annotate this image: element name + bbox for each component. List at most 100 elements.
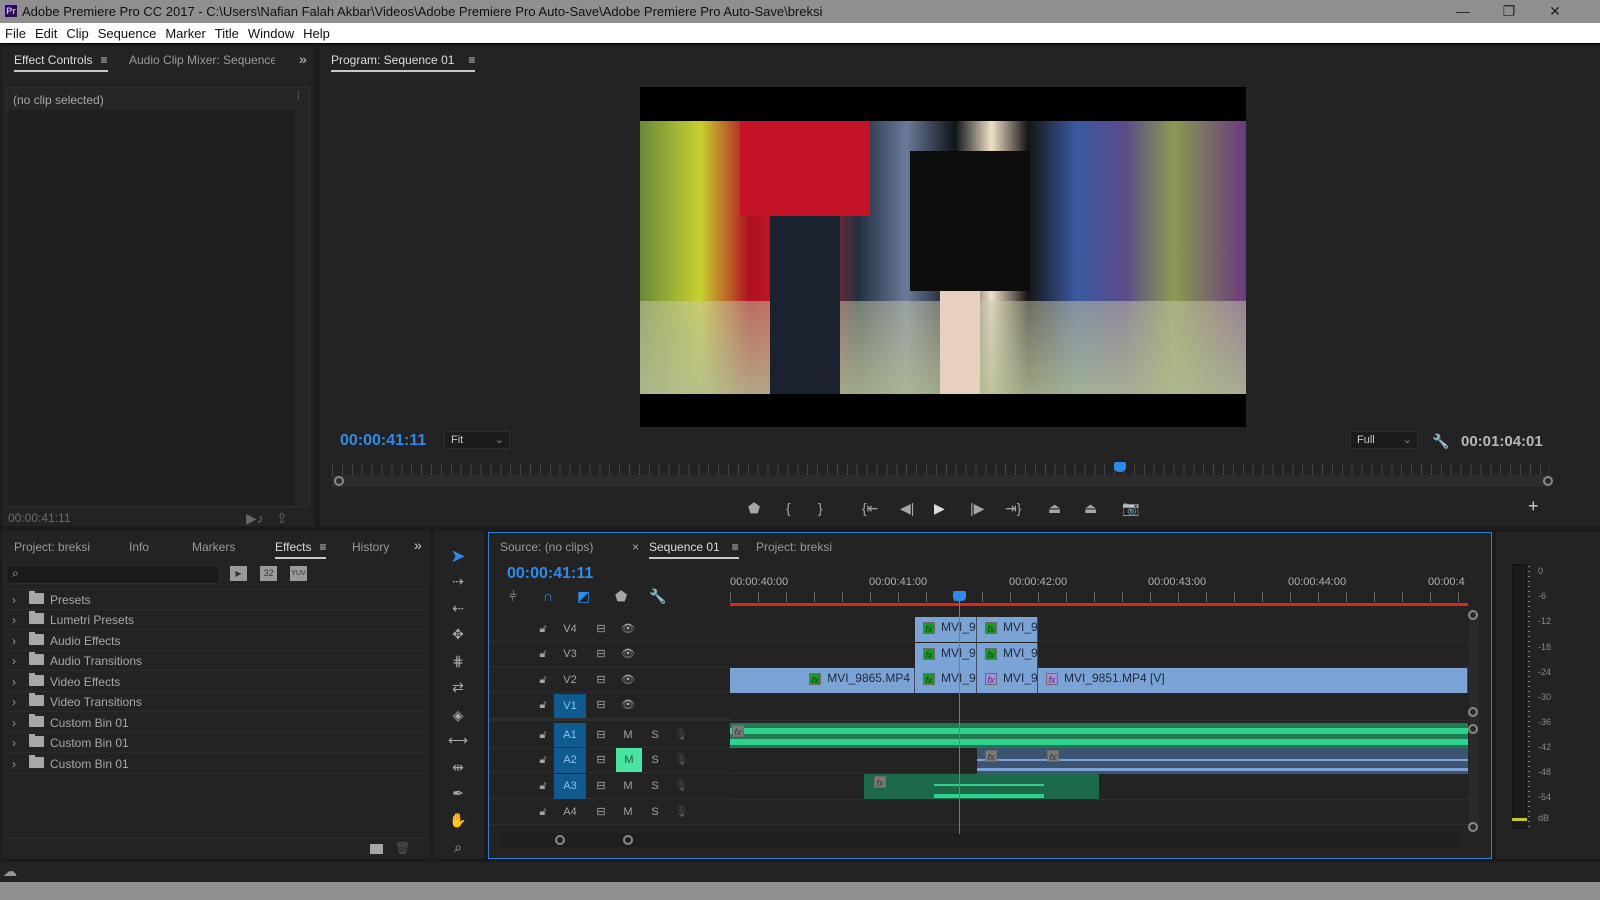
eye-icon[interactable]: 👁︎ — [620, 672, 636, 689]
step-forward-icon[interactable]: |▶ — [970, 500, 984, 516]
chevron-right-icon[interactable]: › — [12, 590, 16, 610]
hand-tool-icon[interactable]: ✋ — [447, 809, 469, 831]
tab-program[interactable]: Program: Sequence 01 ≡ — [331, 53, 476, 72]
track-target-a2[interactable]: A2 — [554, 748, 586, 773]
video-clip[interactable]: fxMVI_9 — [977, 668, 1038, 693]
mark-in-icon[interactable]: { — [786, 500, 791, 516]
ripple-edit-tool-icon[interactable]: ✥ — [447, 623, 469, 645]
effects-search-input[interactable]: ⌕ — [6, 565, 220, 584]
solo-button[interactable]: S — [648, 752, 662, 769]
mute-button[interactable]: M — [620, 727, 636, 744]
chevron-right-icon[interactable]: › — [12, 610, 16, 630]
sync-lock-icon[interactable]: ⊟ — [592, 646, 610, 663]
voice-over-mic-icon[interactable]: 🎙︎ — [674, 752, 688, 769]
effects-tree-item[interactable]: › Custom Bin 01 — [8, 733, 426, 753]
rate-stretch-tool-icon[interactable]: ⇄ — [447, 676, 469, 698]
scroll-handle-right[interactable] — [623, 835, 633, 845]
lock-icon[interactable]: 🔓︎ — [536, 804, 550, 821]
voice-over-mic-icon[interactable]: 🎙︎ — [674, 778, 688, 795]
tab-audio-clip-mixer[interactable]: Audio Clip Mixer: Sequence 0 — [129, 53, 275, 67]
track-target-a3[interactable]: A3 — [554, 774, 586, 799]
tab-effects[interactable]: Effects ≡ — [275, 540, 327, 559]
tab-source[interactable]: Source: (no clips) — [500, 540, 593, 554]
audio-clip-a3[interactable]: fx — [864, 774, 1099, 799]
playback-resolution-dropdown[interactable]: Full ⌄ — [1350, 431, 1418, 449]
panel-menu-icon[interactable]: ≡ — [100, 53, 107, 67]
video-clip[interactable]: fxMVI_9 — [977, 617, 1038, 642]
video-clip[interactable]: fxMVI_9 — [915, 643, 977, 668]
add-marker-icon[interactable]: ⬟ — [615, 588, 627, 604]
tab-project-breksi[interactable]: Project: breksi — [756, 540, 832, 554]
zoom-handle-right[interactable] — [1543, 476, 1553, 486]
step-back-icon[interactable]: ◀| — [900, 500, 914, 516]
track-target-v3[interactable]: V3 — [554, 646, 586, 663]
solo-button[interactable]: S — [648, 778, 662, 795]
panel-overflow-button[interactable]: » — [414, 537, 422, 553]
panel-menu-icon[interactable]: ≡ — [468, 53, 475, 67]
button-editor-add-icon[interactable]: + — [1528, 497, 1539, 515]
selection-tool-icon[interactable]: ➤ — [447, 545, 469, 567]
scroll-handle-left[interactable] — [555, 835, 565, 845]
pen-tool-icon[interactable]: ✒ — [447, 782, 469, 804]
audio-clip-a2[interactable]: fx fx — [977, 748, 1468, 774]
sync-lock-icon[interactable]: ⊟ — [592, 804, 610, 821]
sync-lock-icon[interactable]: ⊟ — [592, 752, 610, 769]
sync-lock-icon[interactable]: ⊟ — [592, 697, 610, 714]
track-target-v2[interactable]: V2 — [554, 672, 586, 689]
creative-cloud-icon[interactable]: ☁ — [3, 863, 17, 880]
menu-title[interactable]: Title — [210, 23, 243, 44]
voice-over-mic-icon[interactable]: 🎙︎ — [674, 727, 688, 744]
tab-info[interactable]: Info — [129, 540, 149, 554]
video-tracks-zoom-handle-top[interactable] — [1468, 610, 1478, 620]
video-clip[interactable]: fxMVI_9 — [977, 643, 1038, 668]
zoom-tool-icon[interactable]: ⌕ — [447, 836, 469, 858]
lock-icon[interactable]: 🔓︎ — [536, 621, 550, 638]
menu-help[interactable]: Help — [298, 23, 334, 44]
tab-effect-controls[interactable]: Effect Controls ≡ — [14, 53, 108, 72]
zoom-level-dropdown[interactable]: Fit ⌄ — [444, 431, 510, 449]
play-audio-icon[interactable]: ▶♪ — [246, 510, 264, 526]
chevron-right-icon[interactable]: › — [12, 672, 16, 692]
tab-project[interactable]: Project: breksi — [14, 540, 90, 554]
menu-sequence[interactable]: Sequence — [93, 23, 161, 44]
restore-button[interactable]: ❐ — [1486, 0, 1532, 23]
effects-tree-item[interactable]: › Lumetri Presets — [8, 610, 426, 630]
eye-icon[interactable]: 👁︎ — [620, 697, 636, 714]
video-clip[interactable]: fx MVI_9851.MP4 [V] — [1038, 668, 1468, 693]
menu-clip[interactable]: Clip — [61, 23, 92, 44]
slip-tool-icon[interactable]: ⟷ — [447, 729, 469, 751]
chevron-right-icon[interactable]: › — [12, 733, 16, 753]
insert-nest-icon[interactable]: ⫩ — [509, 588, 517, 604]
yuv-filter-icon[interactable]: YUV — [290, 566, 307, 581]
effects-tree-item[interactable]: › Video Effects — [8, 672, 426, 692]
chevron-right-icon[interactable]: › — [12, 754, 16, 774]
menu-marker[interactable]: Marker — [160, 23, 209, 44]
chevron-right-icon[interactable]: › — [12, 651, 16, 671]
video-clip[interactable]: fxMVI_9 — [915, 617, 977, 642]
monitor-scrub-bar[interactable] — [332, 475, 1550, 487]
tab-markers[interactable]: Markers — [192, 540, 235, 554]
settings-wrench-icon[interactable]: 🔧 — [1432, 433, 1449, 449]
lift-icon[interactable]: ⏏ — [1048, 500, 1061, 516]
audio-clip-a1[interactable]: fx — [730, 723, 1468, 748]
track-select-backward-tool-icon[interactable]: ⇠ — [447, 597, 469, 619]
add-marker-icon[interactable]: ⬟ — [748, 500, 760, 516]
tab-sequence-01[interactable]: Sequence 01 ≡ — [649, 540, 739, 559]
mute-button[interactable]: M — [616, 748, 642, 772]
export-icon[interactable]: ⇪ — [276, 510, 288, 526]
mute-button[interactable]: M — [620, 778, 636, 795]
chevron-right-icon[interactable]: › — [12, 713, 16, 733]
timeline-playhead-handle[interactable] — [953, 591, 966, 601]
menu-edit[interactable]: Edit — [30, 23, 61, 44]
lock-icon[interactable]: 🔓︎ — [536, 778, 550, 795]
extract-icon[interactable]: ⏏ — [1084, 500, 1097, 516]
menu-window[interactable]: Window — [243, 23, 298, 44]
timeline-vertical-scrollbar[interactable] — [1469, 613, 1479, 831]
play-icon[interactable]: ▶ — [934, 500, 945, 516]
eye-icon[interactable]: 👁︎ — [620, 646, 636, 663]
timeline-horizontal-scrollbar[interactable] — [501, 833, 1461, 847]
sync-lock-icon[interactable]: ⊟ — [592, 778, 610, 795]
effects-tree-item[interactable]: › Custom Bin 01 — [8, 713, 426, 733]
minimize-button[interactable]: — — [1440, 0, 1486, 23]
track-target-v1[interactable]: V1 — [554, 694, 586, 718]
